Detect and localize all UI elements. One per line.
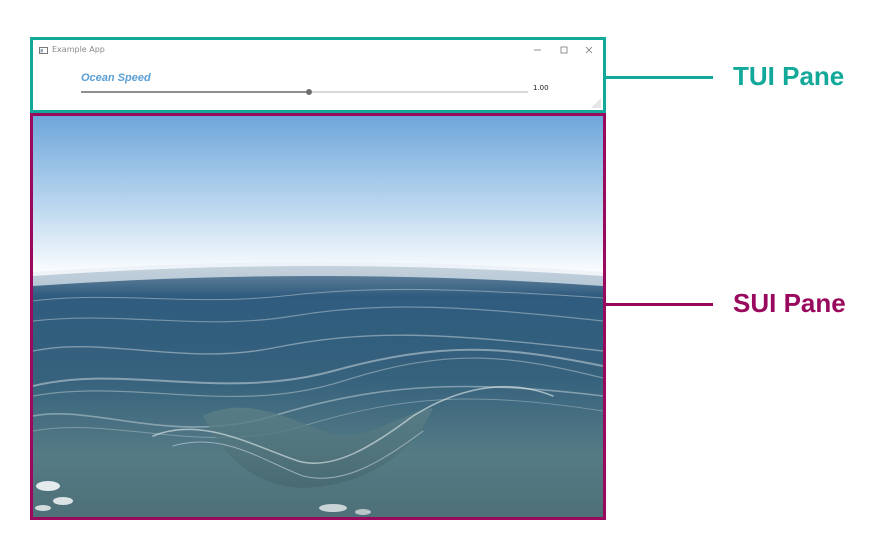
resize-grip-icon[interactable]	[591, 98, 601, 108]
sui-pane-label: SUI Pane	[733, 288, 846, 318]
slider-thumb[interactable]	[305, 89, 312, 95]
sui-pane[interactable]	[30, 113, 606, 520]
slider-track-fill	[81, 91, 309, 93]
minimize-icon[interactable]	[531, 44, 545, 56]
ocean-speed-value: 1.00	[533, 84, 549, 92]
tui-pane-label: TUI Pane	[733, 61, 845, 91]
app-window-icon	[39, 47, 48, 54]
window-titlebar[interactable]: Example App	[33, 40, 603, 62]
maximize-icon[interactable]	[557, 44, 571, 56]
tui-callout-line	[603, 76, 713, 79]
sui-callout-line	[603, 303, 713, 306]
tui-pane: Example App Ocean Speed 1.00	[30, 37, 606, 113]
window-title: Example App	[52, 45, 105, 54]
ocean-render-view[interactable]	[33, 116, 603, 517]
ocean-speed-slider[interactable]	[81, 89, 528, 95]
ocean-speed-label: Ocean Speed	[81, 72, 151, 84]
sky	[33, 116, 603, 276]
close-icon[interactable]	[582, 44, 596, 56]
